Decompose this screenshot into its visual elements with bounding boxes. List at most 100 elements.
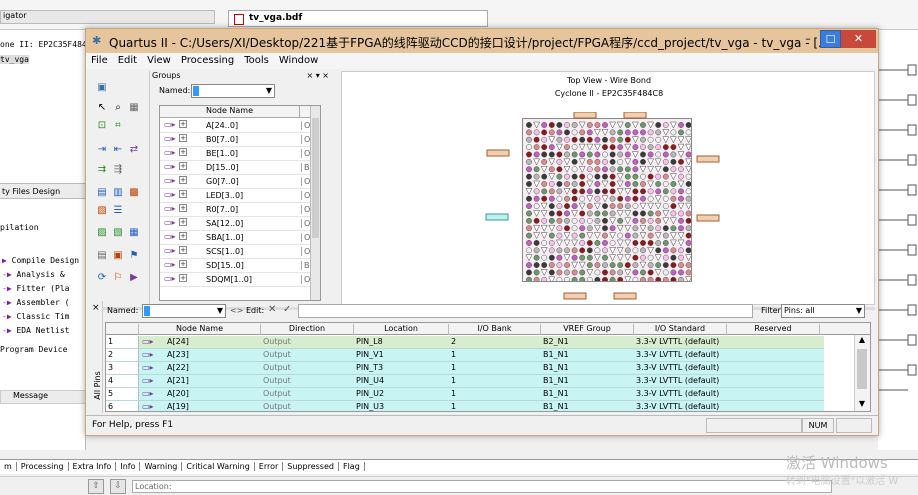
- pin-row[interactable]: 3 ▭▸ A[22] Output PIN_T3 1 B1_N1 3.3-V LVTTL (d…: [106, 362, 824, 375]
- tab-error[interactable]: Error: [254, 462, 284, 471]
- col-location[interactable]: Location: [354, 324, 449, 335]
- hierarchy-device[interactable]: one II: EP2C35F484: [0, 40, 87, 49]
- expand-icon[interactable]: +: [179, 232, 187, 240]
- expand-icon[interactable]: +: [179, 190, 187, 198]
- tab-all[interactable]: m: [0, 462, 17, 471]
- io-standard-cell[interactable]: 3.3-V LVTTL (default): [636, 402, 726, 411]
- menu-file[interactable]: File: [86, 53, 113, 66]
- menu-tools[interactable]: Tools: [239, 53, 274, 66]
- bank-color-icon[interactable]: ▧: [111, 226, 125, 239]
- col-reserved[interactable]: Reserved: [727, 324, 820, 335]
- io-standard-cell[interactable]: 3.3-V LVTTL (default): [636, 389, 726, 398]
- expand-icon[interactable]: +: [179, 274, 187, 282]
- group-row[interactable]: ▭▸+A[24..0]Ou: [160, 119, 313, 133]
- group-row[interactable]: ▭▸+B0[7..0]Ou: [160, 133, 313, 147]
- pin-row[interactable]: 2 ▭▸ A[23] Output PIN_V1 1 B1_N1 3.3-V LVTTL (d…: [106, 349, 824, 362]
- zoom-fit-icon[interactable]: ⌗: [111, 119, 125, 132]
- group-row[interactable]: ▭▸+BE[1..0]Ou: [160, 147, 313, 161]
- io-standard-cell[interactable]: 3.3-V LVTTL (default): [636, 337, 726, 346]
- pin-out-icon[interactable]: ⇤: [111, 143, 125, 156]
- io-standard-cell[interactable]: 3.3-V LVTTL (default): [636, 376, 726, 385]
- io-standard-cell[interactable]: 3.3-V LVTTL (default): [636, 350, 726, 359]
- expand-icon[interactable]: +: [179, 204, 187, 212]
- location-cell[interactable]: PIN_T3: [356, 363, 448, 372]
- expand-icon[interactable]: +: [179, 148, 187, 156]
- filter-select[interactable]: Pins: all ▼: [781, 304, 865, 318]
- package-view-icon[interactable]: ▣: [95, 81, 109, 94]
- tab-warning[interactable]: Warning: [140, 462, 183, 471]
- col-vref-group[interactable]: VREF Group: [541, 324, 634, 335]
- group-row[interactable]: ▭▸+G0[7..0]Ou: [160, 175, 313, 189]
- pin-bidir-icon[interactable]: ⇄: [127, 143, 141, 156]
- fit-view-icon[interactable]: ⊡: [95, 119, 109, 132]
- tab-flag[interactable]: Flag: [338, 462, 365, 471]
- arrow-up-icon[interactable]: ⇧: [88, 479, 104, 494]
- tools-icon[interactable]: ⚑: [127, 249, 141, 262]
- select-pointer-icon[interactable]: ↖: [95, 101, 109, 114]
- location-input[interactable]: Location:: [132, 480, 832, 493]
- node-name-cell[interactable]: A[20]: [167, 389, 259, 398]
- region-icon[interactable]: ▨: [95, 226, 109, 239]
- tab-suppressed[interactable]: Suppressed: [283, 462, 339, 471]
- pad-icon[interactable]: ▥: [111, 186, 125, 199]
- clock-pin-icon[interactable]: ▧: [95, 204, 109, 217]
- task-assembler[interactable]: -▶ Assembler (: [2, 298, 69, 307]
- group-row[interactable]: ▭▸+LED[3..0]Ou: [160, 189, 313, 203]
- filter-icon[interactable]: ⚐: [111, 271, 125, 284]
- expand-icon[interactable]: +: [179, 218, 187, 226]
- pin-row[interactable]: 5 ▭▸ A[20] Output PIN_U2 1 B1_N1 3.3-V LVTTL (d…: [106, 388, 824, 401]
- pin-row[interactable]: 6 ▭▸ A[19] Output PIN_U3 1 B1_N1 3.3-V LVTTL (d…: [106, 401, 824, 411]
- task-eda-netlist[interactable]: -▶ EDA Netlist: [2, 326, 69, 335]
- run-icon[interactable]: ▶: [127, 271, 141, 284]
- zoom-icon[interactable]: ⌕: [111, 101, 125, 114]
- group-row[interactable]: ▭▸+D[15..0]Bic: [160, 161, 313, 175]
- io-bank-icon[interactable]: ▤: [95, 186, 109, 199]
- node-name-cell[interactable]: A[24]: [167, 337, 259, 346]
- menu-processing[interactable]: Processing: [176, 53, 239, 66]
- group-row[interactable]: ▭▸+SD[15..0]Bic: [160, 259, 313, 273]
- maximize-button[interactable]: ☐: [820, 30, 841, 48]
- task-compile-design[interactable]: ▶ Compile Design: [2, 256, 79, 265]
- edge-icon[interactable]: ▦: [127, 226, 141, 239]
- node-name-cell[interactable]: A[19]: [167, 402, 259, 411]
- expand-icon[interactable]: +: [179, 162, 187, 170]
- properties-icon[interactable]: ⟳: [95, 271, 109, 284]
- cancel-edit-icon[interactable]: ✕: [268, 304, 276, 315]
- io-standard-cell[interactable]: 3.3-V LVTTL (default): [636, 363, 726, 372]
- tab-critical-warning[interactable]: Critical Warning: [182, 462, 255, 471]
- task-analysis[interactable]: -▶ Analysis &: [2, 270, 65, 279]
- groups-named-select[interactable]: ▼: [191, 84, 275, 98]
- pins-named-select[interactable]: ▼: [142, 304, 226, 318]
- title-bar[interactable]: ✱ Quartus II - C:/Users/XI/Desktop/221基于…: [86, 29, 878, 53]
- scroll-thumb[interactable]: [857, 349, 867, 389]
- power-pin-icon[interactable]: ▩: [127, 186, 141, 199]
- tab-tv-vga-bdf[interactable]: tv_vga.bdf: [228, 10, 488, 27]
- col-io-bank[interactable]: I/O Bank: [449, 324, 541, 335]
- pin-in-icon[interactable]: ⇥: [95, 143, 109, 156]
- arrow-down-icon[interactable]: ⇩: [110, 479, 126, 494]
- hierarchy-top-entity[interactable]: tv_vga: [0, 55, 29, 64]
- task-classic-timing[interactable]: -▶ Classic Tim: [2, 312, 69, 321]
- node-name-cell[interactable]: A[21]: [167, 376, 259, 385]
- location-cell[interactable]: PIN_V1: [356, 350, 448, 359]
- tab-info[interactable]: Info: [116, 462, 141, 471]
- tab-files[interactable]: Files: [12, 187, 30, 196]
- task-fitter[interactable]: -▶ Fitter (Pla: [2, 284, 69, 293]
- package-top-view[interactable]: Top View - Wire Bond Cyclone II - EP2C35…: [341, 71, 875, 305]
- group-row[interactable]: ▭▸+SBA[1..0]Ou: [160, 231, 313, 245]
- group-row[interactable]: ▭▸+R0[7..0]Ou: [160, 203, 313, 217]
- tab-design[interactable]: Design: [33, 187, 61, 196]
- expand-icon[interactable]: +: [179, 176, 187, 184]
- pins-scrollbar[interactable]: ▲ ▼: [854, 335, 870, 411]
- edit-input[interactable]: [298, 304, 753, 318]
- menu-edit[interactable]: Edit: [113, 53, 142, 66]
- node-name-cell[interactable]: A[23]: [167, 350, 259, 359]
- location-cell[interactable]: PIN_U2: [356, 389, 448, 398]
- group-row[interactable]: ▭▸+SDQM[1..0]Ou: [160, 273, 313, 287]
- expand-icon[interactable]: +: [179, 134, 187, 142]
- pin-row[interactable]: 4 ▭▸ A[21] Output PIN_U4 1 B1_N1 3.3-V LVTTL (d…: [106, 375, 824, 388]
- group-row[interactable]: ▭▸+SA[12..0]Ou: [160, 217, 313, 231]
- menu-view[interactable]: View: [142, 53, 176, 66]
- filter-arrows-icon[interactable]: <>: [230, 306, 243, 315]
- location-cell[interactable]: PIN_L8: [356, 337, 448, 346]
